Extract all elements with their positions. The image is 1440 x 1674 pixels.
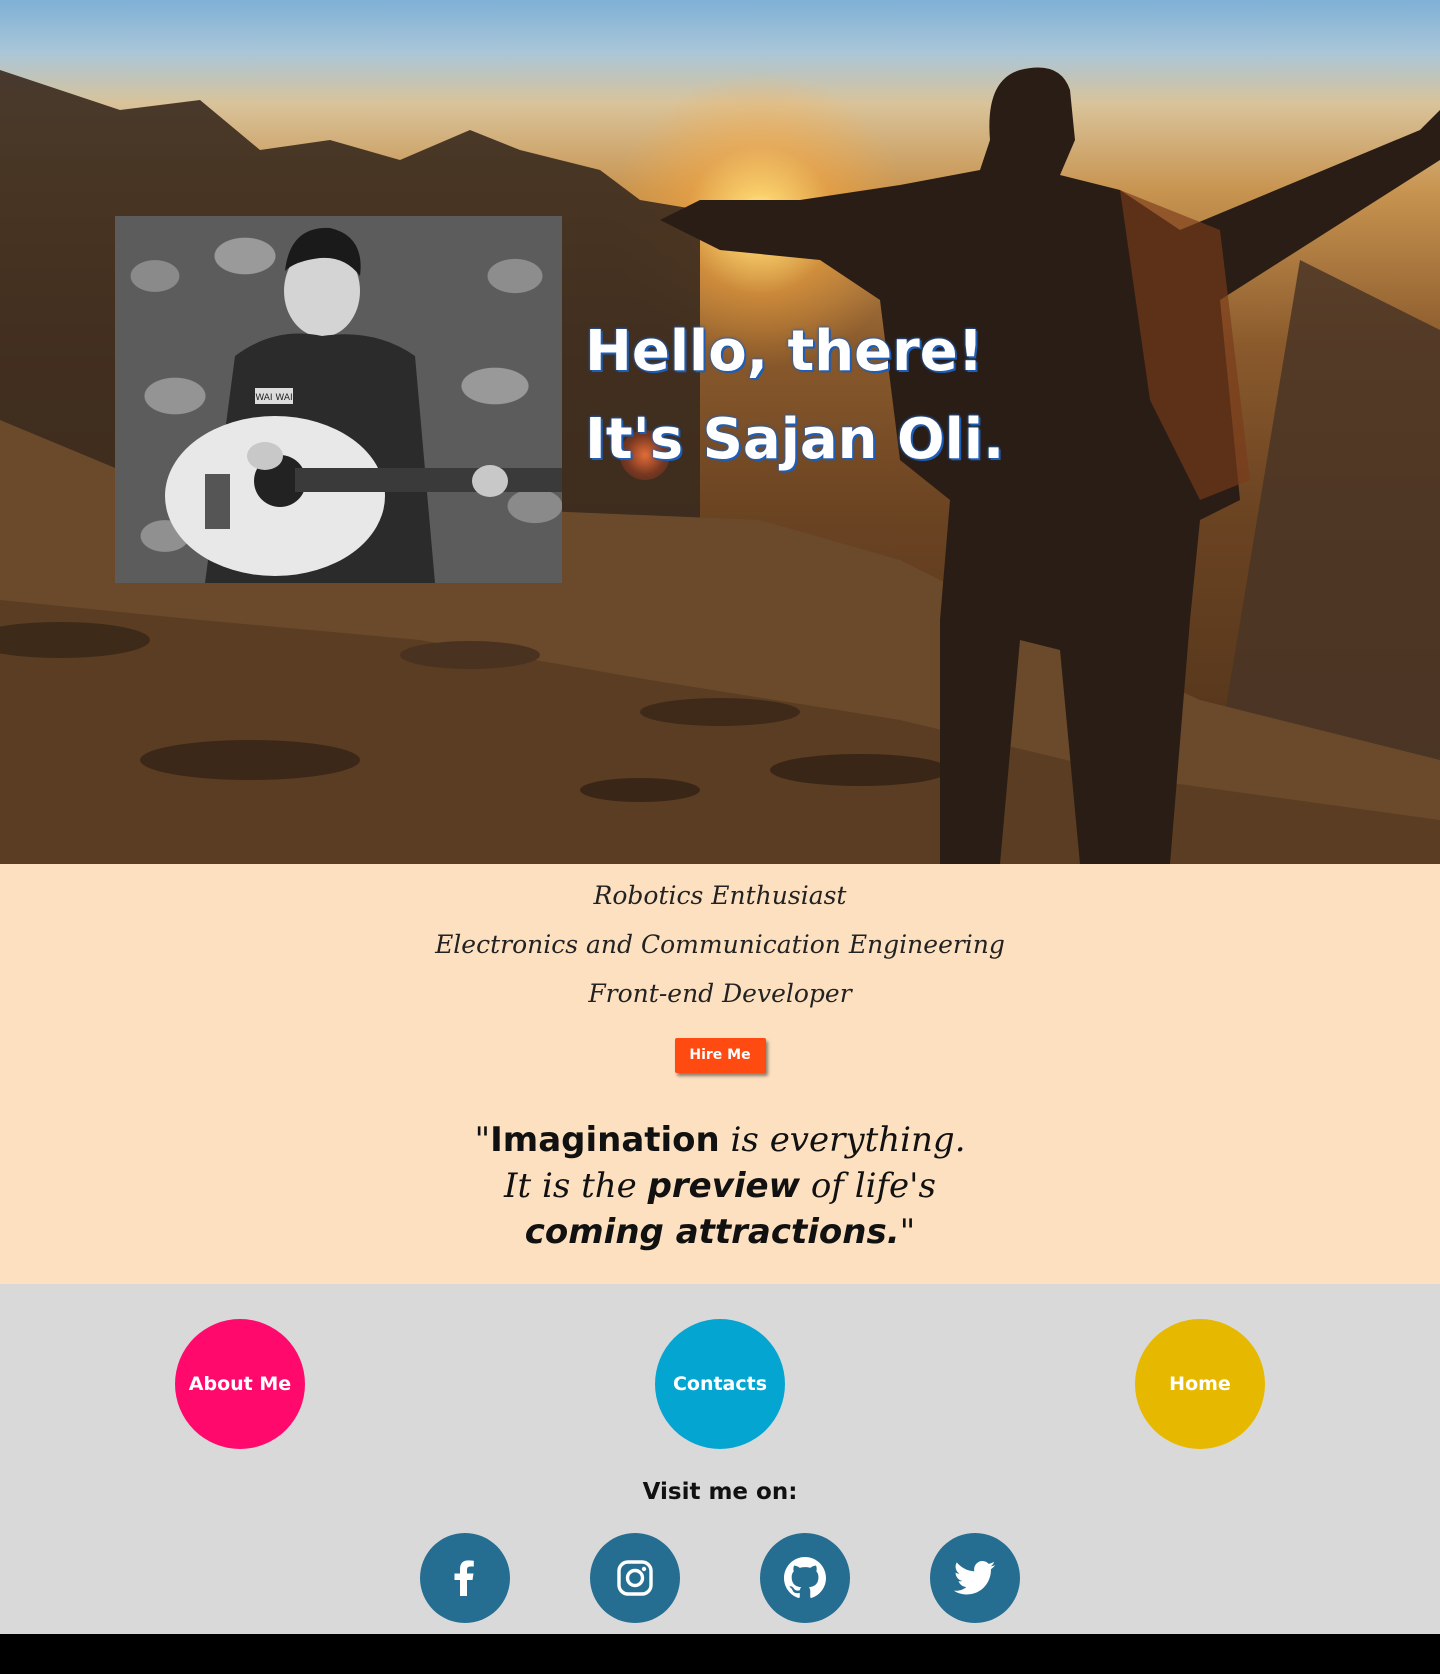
quote-close-mark: " (899, 1212, 916, 1252)
twitter-link[interactable] (930, 1533, 1020, 1623)
quote-word-preview: preview (647, 1166, 801, 1206)
quote-text-2: It is the (504, 1166, 648, 1206)
twitter-icon (954, 1561, 996, 1595)
quote-block: "Imagination is everything. It is the pr… (0, 1117, 1440, 1255)
quote-word-imagination: Imagination (490, 1120, 720, 1160)
instagram-link[interactable] (590, 1533, 680, 1623)
github-icon (784, 1557, 826, 1598)
shirt-label: WAI WAI (255, 393, 292, 403)
greeting-line-1: Hello, there! (585, 319, 984, 384)
visit-me-heading: Visit me on: (642, 1479, 798, 1505)
hero-greeting: Hello, there! It's Sajan Oli. (585, 308, 1004, 484)
contacts-button[interactable]: Contacts (655, 1319, 785, 1449)
quote-text-1: is everything. (719, 1120, 966, 1160)
quote-open-mark: " (474, 1120, 491, 1160)
instagram-icon (617, 1560, 653, 1596)
role-robotics: Robotics Enthusiast (593, 881, 847, 910)
hero-section: WAI WAI Hello, there! It's Sajan Oli. (0, 0, 1440, 864)
role-electronics: Electronics and Communication Engineerin… (435, 930, 1005, 959)
about-me-button[interactable]: About Me (175, 1319, 305, 1449)
roles-list: Robotics Enthusiast Electronics and Comm… (0, 864, 1440, 1018)
home-button[interactable]: Home (1135, 1319, 1265, 1449)
facebook-icon (454, 1560, 474, 1596)
footer-bar (0, 1634, 1440, 1674)
role-frontend: Front-end Developer (588, 979, 852, 1008)
hire-me-button[interactable]: Hire Me (674, 1038, 766, 1073)
quote-word-coming-attractions: coming attractions. (524, 1212, 900, 1252)
facebook-link[interactable] (420, 1533, 510, 1623)
profile-photo: WAI WAI (115, 216, 562, 583)
navigation-section: About Me Contacts Home Visit me on: (0, 1284, 1440, 1634)
quote-text-3: of life's (800, 1166, 936, 1206)
github-link[interactable] (760, 1533, 850, 1623)
info-section: Robotics Enthusiast Electronics and Comm… (0, 864, 1440, 1284)
greeting-line-2: It's Sajan Oli. (585, 407, 1005, 472)
